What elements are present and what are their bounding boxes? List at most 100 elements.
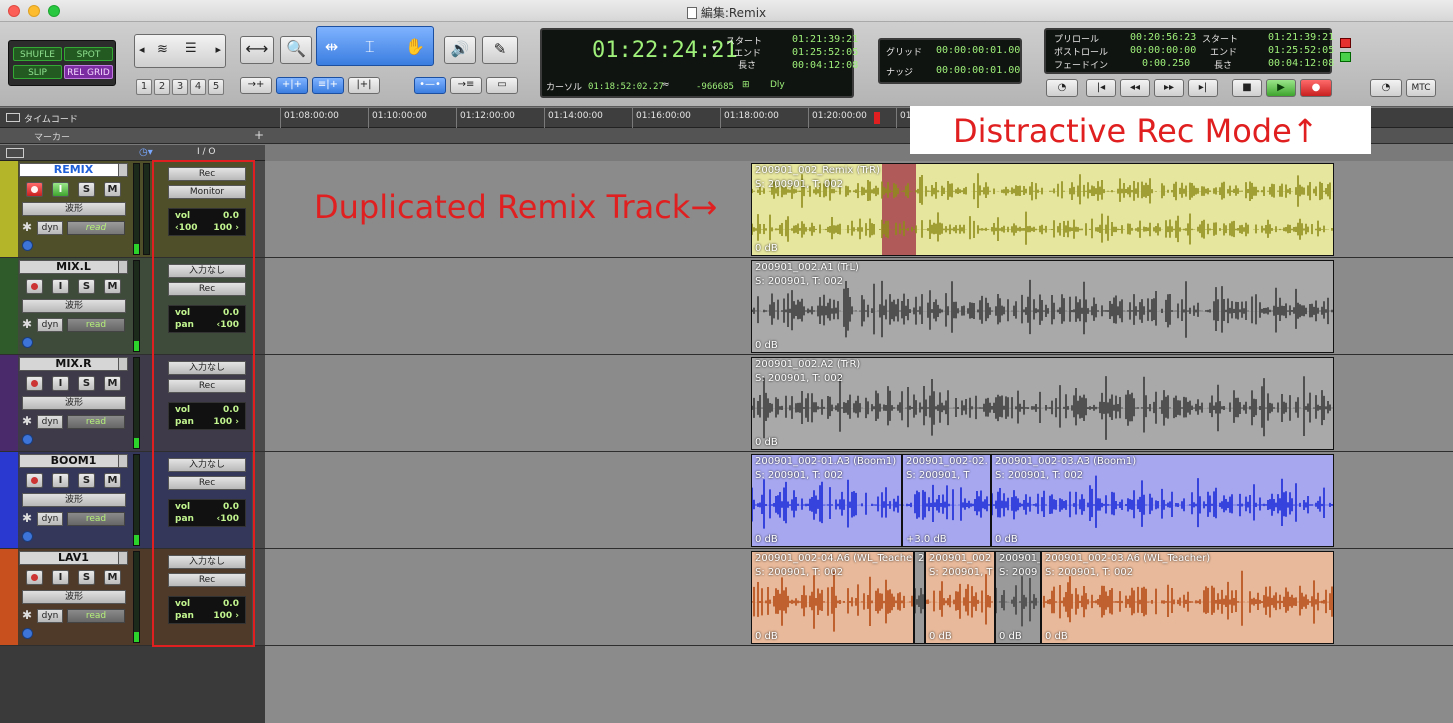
track-view-selector[interactable]: 波形 (22, 396, 126, 410)
go-to-end-icon[interactable]: ▸| (1188, 79, 1218, 97)
zoomer-tool-icon[interactable]: 🔍 (280, 36, 312, 64)
selector-tool-icon[interactable]: ⌶ (365, 37, 375, 57)
midi-zoom-icon[interactable]: ☰ (185, 41, 197, 56)
stop-icon[interactable]: ■ (1232, 79, 1262, 97)
track-name[interactable]: LAV1 (19, 551, 128, 565)
input-monitor-button[interactable]: I (52, 473, 69, 488)
window-config-icon[interactable]: ▭ (486, 77, 518, 94)
mute-button[interactable]: M (104, 279, 121, 294)
track-name-dropdown-icon[interactable] (118, 454, 128, 468)
elastic-audio-icon[interactable]: ✱ (22, 608, 32, 622)
track-name[interactable]: REMIX (19, 163, 128, 177)
track-color-strip[interactable] (0, 161, 18, 257)
postroll-label[interactable]: ポストロール (1054, 45, 1108, 58)
track-view-selector[interactable]: 波形 (22, 202, 126, 216)
track-name-dropdown-icon[interactable] (118, 357, 128, 371)
zoom-in-arrow-icon[interactable]: ▸ (215, 43, 221, 56)
timebase-selector[interactable]: dyn (37, 415, 63, 429)
ruler-menu-icon[interactable] (6, 113, 20, 122)
grid-mode-button[interactable]: REL GRID (64, 65, 113, 79)
audio-clip[interactable]: 200901_002.A2 (TrR) S: 200901, T: 002 0 … (751, 357, 1334, 450)
elastic-audio-icon[interactable]: ✱ (22, 220, 32, 234)
audio-clip[interactable]: 200901_002-04.A6 (WL_Teache S: 200901, T… (751, 551, 914, 644)
dly-label[interactable]: Dly (770, 80, 785, 90)
keyboard-focus-icon[interactable]: →≡ (450, 77, 482, 94)
scrubber-tool-icon[interactable]: 🔊 (444, 36, 476, 64)
record-icon[interactable]: ● (1300, 79, 1332, 97)
audio-clip[interactable]: 200901_002-03.A6 (WL_Teacher) S: 200901,… (1041, 551, 1334, 644)
return-to-zero-icon[interactable]: |◂ (1086, 79, 1116, 97)
audio-zoom-icon[interactable]: ≋ (157, 42, 168, 57)
track-name[interactable]: MIX.R (19, 357, 128, 371)
timebase-icon[interactable]: ◷▾ (139, 147, 153, 158)
slip-mode-button[interactable]: SLIP (13, 65, 62, 79)
solo-button[interactable]: S (78, 473, 95, 488)
audio-clip[interactable]: 2 (914, 551, 925, 644)
playlist-icon[interactable] (22, 240, 33, 251)
automation-mode-selector[interactable]: read (67, 318, 125, 332)
zoom-preset-2[interactable]: 2 (154, 79, 170, 95)
online-icon[interactable]: ◔ (1046, 79, 1078, 97)
audio-clip[interactable]: 200901_002-03.A3 (Boom1) S: 200901, T: 0… (991, 454, 1334, 547)
record-enable-button[interactable] (26, 279, 43, 294)
shuffle-mode-button[interactable]: SHUFLE (13, 47, 62, 61)
track-name-dropdown-icon[interactable] (118, 551, 128, 565)
track-color-strip[interactable] (0, 452, 18, 548)
track-color-strip[interactable] (0, 549, 18, 645)
timebase-selector[interactable]: dyn (37, 318, 63, 332)
audio-clip[interactable]: 200901_002-02. S: 200901, T +3.0 dB (902, 454, 991, 547)
record-enable-button[interactable] (26, 570, 43, 585)
input-monitor-button[interactable]: I (52, 182, 69, 197)
nudge-value[interactable]: 00:00:00:01.00 (936, 65, 1020, 76)
track-lane[interactable]: 200901_002.A2 (TrR) S: 200901, T: 002 0 … (265, 355, 1453, 451)
playlist-icon[interactable] (22, 531, 33, 542)
transport-length-value[interactable]: 00:04:12:08 (1268, 58, 1334, 69)
zoom-preset-3[interactable]: 3 (172, 79, 188, 95)
track-name-dropdown-icon[interactable] (118, 163, 128, 177)
audio-clip[interactable]: 200901_002-01.A3 (Boom1) S: 200901, T: 0… (751, 454, 902, 547)
timebase-selector[interactable]: dyn (37, 221, 63, 235)
mute-button[interactable]: M (104, 570, 121, 585)
insertion-follows-playback-icon[interactable]: |+| (348, 77, 380, 94)
track-list-icon[interactable] (6, 148, 24, 158)
length-value[interactable]: 00:04:12:08 (792, 60, 858, 71)
track-view-selector[interactable]: 波形 (22, 493, 126, 507)
add-marker-icon[interactable]: + (254, 128, 264, 142)
solo-button[interactable]: S (78, 182, 95, 197)
pencil-tool-icon[interactable]: ✎ (482, 36, 518, 64)
track-lane[interactable]: 200901_002.A1 (TrL) S: 200901, T: 002 0 … (265, 258, 1453, 354)
solo-button[interactable]: S (78, 376, 95, 391)
start-value[interactable]: 01:21:39:21 (792, 34, 858, 45)
track-color-strip[interactable] (0, 355, 18, 451)
midi-mode-icon[interactable]: ⊞ (742, 80, 750, 90)
link-track-edit-icon[interactable]: ≡|+ (312, 77, 344, 94)
record-enable-button[interactable] (26, 182, 43, 197)
spot-mode-button[interactable]: SPOT (64, 47, 113, 61)
timebase-selector[interactable]: dyn (37, 512, 63, 526)
playlist-icon[interactable] (22, 337, 33, 348)
record-enable-button[interactable] (26, 473, 43, 488)
postroll-value[interactable]: 00:00:00:00 (1130, 45, 1196, 56)
audio-clip[interactable]: 200901_002_Remix (TrR) S: 200901, T: 002… (751, 163, 1334, 256)
fadein-value[interactable]: 0:00.250 (1142, 58, 1190, 69)
timebase-selector[interactable]: dyn (37, 609, 63, 623)
fadein-label[interactable]: フェードイン (1054, 58, 1108, 71)
transport-start-value[interactable]: 01:21:39:21 (1268, 32, 1334, 43)
mute-button[interactable]: M (104, 376, 121, 391)
play-icon[interactable]: ▶ (1266, 79, 1296, 97)
zoom-out-arrow-icon[interactable]: ◂ (139, 43, 145, 56)
input-monitor-button[interactable]: I (52, 279, 69, 294)
preroll-value[interactable]: 00:20:56:23 (1130, 32, 1196, 43)
solo-button[interactable]: S (78, 570, 95, 585)
input-monitor-button[interactable]: I (52, 570, 69, 585)
track-name[interactable]: MIX.L (19, 260, 128, 274)
counter-dropdown-icon[interactable]: ▾ (712, 44, 717, 54)
track-view-selector[interactable]: 波形 (22, 299, 126, 313)
track-lane[interactable]: 200901_002-04.A6 (WL_Teache S: 200901, T… (265, 549, 1453, 645)
audio-clip[interactable]: 200901_002 S: 200901, T 0 dB (925, 551, 995, 644)
mtc-button[interactable]: MTC (1406, 79, 1436, 97)
playlist-icon[interactable] (22, 628, 33, 639)
elastic-audio-icon[interactable]: ✱ (22, 414, 32, 428)
automation-mode-selector[interactable]: read (67, 609, 125, 623)
rewind-icon[interactable]: ◂◂ (1120, 79, 1150, 97)
